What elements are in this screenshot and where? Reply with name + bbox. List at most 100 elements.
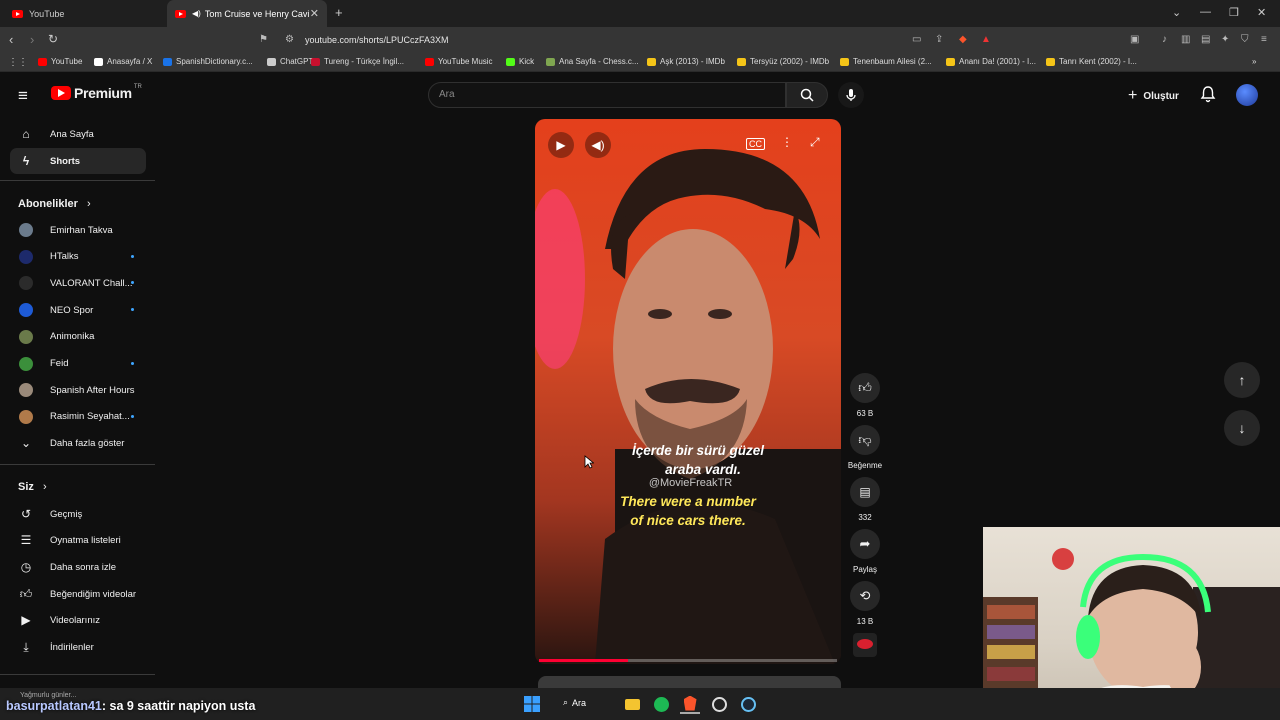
remix-button[interactable]: ⟲: [850, 581, 880, 611]
bookmark-item[interactable]: Tenenbaum Ailesi (2...: [840, 57, 932, 66]
sidebar-item-subscription[interactable]: Animonika: [10, 324, 146, 350]
sidebar-item-subscription[interactable]: Emirhan Takva: [10, 217, 146, 243]
obs-icon[interactable]: [709, 694, 729, 714]
previous-short-button[interactable]: ↑: [1224, 362, 1260, 398]
windows-start-icon[interactable]: [522, 694, 542, 714]
file-explorer-icon[interactable]: [622, 694, 642, 714]
url-field[interactable]: youtube.com/shorts/LPUCczFA3XM: [305, 35, 449, 45]
menu-icon[interactable]: ≡: [1261, 34, 1267, 45]
next-short-button[interactable]: ↓: [1224, 410, 1260, 446]
reload-icon[interactable]: ↻: [48, 32, 58, 46]
bookmark-item[interactable]: YouTube Music: [425, 57, 493, 66]
leo-icon[interactable]: ✦: [1221, 34, 1229, 45]
captions-icon[interactable]: CC: [746, 138, 765, 150]
sidebar-item-downloads[interactable]: ⤓ İndirilenler: [10, 634, 146, 660]
watch-later-icon: ◷: [20, 560, 32, 574]
next-short-preview[interactable]: [538, 676, 841, 688]
site-info-icon[interactable]: ⚙: [285, 34, 294, 45]
music-icon[interactable]: ♪: [1162, 34, 1167, 45]
brave-browser-icon[interactable]: [680, 694, 700, 714]
tab-youtube[interactable]: YouTube: [4, 0, 164, 27]
dislike-button[interactable]: 👎︎: [850, 425, 880, 455]
more-options-icon[interactable]: ⋮: [781, 135, 793, 149]
share-action[interactable]: ➦ Paylaş: [850, 529, 880, 574]
hamburger-menu-icon[interactable]: ≡: [18, 86, 28, 106]
bookmark-item[interactable]: Anasayfa / X: [94, 57, 152, 66]
create-button[interactable]: + Oluştur: [1128, 87, 1179, 105]
sidebar-item-subscription[interactable]: Feid: [10, 351, 146, 377]
voice-search-button[interactable]: [838, 82, 864, 108]
sidebar-item-history[interactable]: ↺ Geçmiş: [10, 501, 146, 527]
new-tab-icon[interactable]: +: [335, 5, 343, 20]
steam-icon[interactable]: [738, 694, 758, 714]
panel-icon[interactable]: ▥: [1181, 34, 1190, 45]
bookmark-item[interactable]: Tureng - Türkçe İngil...: [311, 57, 404, 66]
channel-thumbnail[interactable]: [853, 633, 877, 657]
sidebar-item-playlists[interactable]: ☰ Oynatma listeleri: [10, 527, 146, 553]
close-window-icon[interactable]: ✕: [1257, 6, 1266, 19]
share-button[interactable]: ➦: [850, 529, 880, 559]
bookmark-item[interactable]: Tanrı Kent (2002) - I...: [1046, 57, 1137, 66]
play-button[interactable]: ▶: [548, 132, 574, 158]
brave-rewards-icon[interactable]: ▲: [981, 34, 991, 45]
dislike-action[interactable]: 👎︎ Beğenme: [845, 425, 885, 470]
like-button[interactable]: 👍︎: [850, 373, 880, 403]
account-avatar[interactable]: [1236, 84, 1258, 106]
volume-button[interactable]: ◀): [585, 132, 611, 158]
spotify-circle: [653, 696, 669, 712]
search-button[interactable]: [786, 82, 828, 108]
bookmark-icon[interactable]: ⚑: [259, 34, 268, 45]
comments-action[interactable]: ▤ 332: [850, 477, 880, 522]
bookmark-item[interactable]: Ananı Da! (2001) - I...: [946, 57, 1036, 66]
sidebar-item-watch-later[interactable]: ◷ Daha sonra izle: [10, 554, 146, 580]
search-input[interactable]: [439, 89, 769, 100]
sidebar-item-subscription[interactable]: HTalks: [10, 244, 146, 270]
wallet-icon[interactable]: ▤: [1201, 34, 1210, 45]
comments-button[interactable]: ▤: [850, 477, 880, 507]
sidebar-item-liked[interactable]: 👍︎ Beğendiğim videolar: [10, 581, 146, 607]
like-action[interactable]: 👍︎ 63 B: [850, 373, 880, 418]
tab-search-icon[interactable]: ⌄: [1172, 6, 1181, 19]
bookmark-item[interactable]: YouTube: [38, 57, 82, 66]
bookmark-item[interactable]: Aşk (2013) - IMDb: [647, 57, 725, 66]
comment-count: 332: [858, 513, 872, 522]
sidebar-toggle-icon[interactable]: ▣: [1130, 34, 1139, 45]
weather-widget[interactable]: Yağmurlu günler...: [20, 692, 76, 699]
bookmark-item[interactable]: Ana Sayfa - Chess.c...: [546, 57, 639, 66]
minimize-icon[interactable]: —: [1200, 6, 1211, 18]
bookmark-item[interactable]: ChatGPT: [267, 57, 313, 66]
notifications-bell-icon[interactable]: [1200, 85, 1216, 103]
back-icon[interactable]: ‹: [9, 32, 13, 47]
you-heading[interactable]: Siz ›: [18, 481, 47, 493]
sidebar-item-subscription[interactable]: Spanish After Hours: [10, 377, 146, 403]
tab-close-icon[interactable]: ✕: [310, 7, 319, 20]
restore-icon[interactable]: ❐: [1229, 6, 1239, 19]
sidebar-item-subscription[interactable]: Rasimin Seyahat...: [10, 404, 146, 430]
youtube-premium-logo[interactable]: Premium TR: [51, 84, 142, 101]
share-icon[interactable]: ⇪: [935, 34, 943, 45]
remix-action[interactable]: ⟲ 13 B: [850, 581, 880, 626]
subscriptions-heading[interactable]: Abonelikler ›: [18, 198, 91, 210]
fullscreen-icon[interactable]: ⤢: [810, 135, 820, 150]
vpn-icon[interactable]: ⛉: [1241, 34, 1249, 45]
tab-active-video[interactable]: ◀) Tom Cruise ve Henry Cavill Fa ✕: [167, 0, 327, 27]
apps-grid-icon[interactable]: ⋮⋮: [8, 57, 28, 68]
brave-shields-icon[interactable]: ◆: [959, 34, 967, 45]
shorts-video-player[interactable]: ▶ ◀) CC ⋮ ⤢ İçerde bir sürü güzel araba …: [535, 119, 841, 664]
more-bookmarks-icon[interactable]: »: [1252, 57, 1256, 66]
taskbar-search[interactable]: ⌕ Ara: [563, 697, 586, 708]
sidebar-item-home[interactable]: ⌂ Ana Sayfa: [10, 121, 146, 147]
forward-icon[interactable]: ›: [30, 32, 34, 47]
home-icon: ⌂: [22, 127, 30, 141]
sidebar-item-subscription[interactable]: NEO Spor: [10, 297, 146, 323]
cast-icon[interactable]: ▭: [912, 34, 921, 45]
show-more-button[interactable]: ⌄ Daha fazla göster: [10, 430, 146, 456]
sidebar-item-shorts[interactable]: ϟ Shorts: [10, 148, 146, 174]
bookmark-item[interactable]: Tersyüz (2002) - IMDb: [737, 57, 829, 66]
progress-bar[interactable]: [539, 659, 837, 662]
bookmark-item[interactable]: Kick: [506, 57, 534, 66]
sidebar-item-your-videos[interactable]: ▶ Videolarınız: [10, 607, 146, 633]
bookmark-item[interactable]: SpanishDictionary.c...: [163, 57, 253, 66]
sidebar-item-subscription[interactable]: VALORANT Chall...: [10, 270, 146, 296]
spotify-icon[interactable]: [651, 694, 671, 714]
